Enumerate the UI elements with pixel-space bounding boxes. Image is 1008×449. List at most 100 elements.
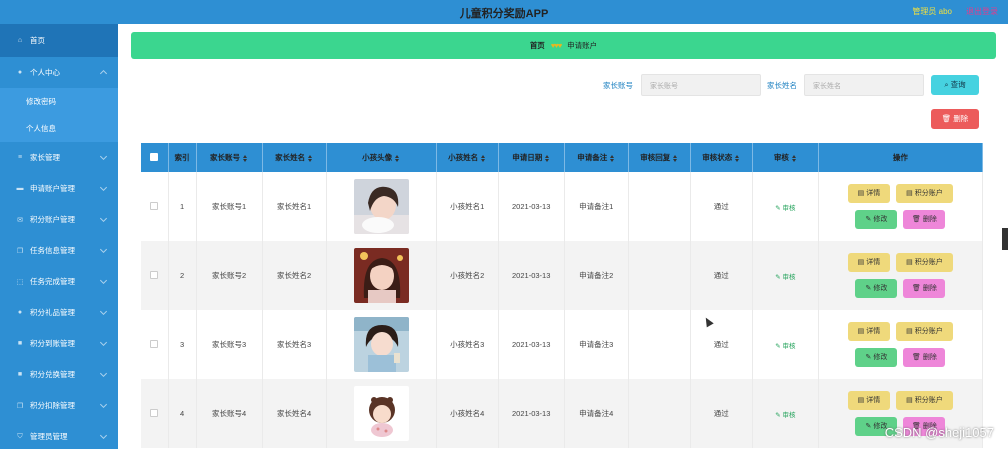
points-account-button[interactable]: ▤ 积分账户 [895, 322, 953, 341]
col-date[interactable]: 申请日期 [498, 143, 565, 172]
sidebar-item-points-deduct[interactable]: ❐ 积分扣除管理 [0, 390, 118, 421]
sidebar-item-change-password[interactable]: 修改密码 [0, 88, 118, 115]
logout-link[interactable]: 退出登录 [966, 6, 998, 17]
detail-button[interactable]: ▤ 详情 [847, 184, 890, 203]
doc-icon: ▤ [906, 190, 915, 197]
cell-avatar [326, 241, 437, 310]
name-input[interactable]: 家长姓名 [804, 74, 924, 96]
sidebar-item-points-arrival[interactable]: ■ 积分到账管理 [0, 328, 118, 359]
col-account[interactable]: 家长账号 [196, 143, 263, 172]
sidebar-item-admin[interactable]: ⛉ 管理员管理 [0, 421, 118, 449]
cell-note: 申请备注1 [564, 172, 629, 241]
sidebar-item-points-gift[interactable]: ● 积分礼品管理 [0, 297, 118, 328]
detail-button[interactable]: ▤ 详情 [847, 322, 890, 341]
sidebar-item-apply-account[interactable]: ▬ 申请账户管理 [0, 173, 118, 204]
cell-status: 通过 [690, 241, 753, 310]
delete-button[interactable]: 🗑︎ 删除 [903, 279, 946, 298]
audit-link[interactable]: ✎ 审核 [752, 172, 819, 241]
audit-link[interactable]: ✎ 审核 [752, 379, 819, 448]
breadcrumb-current: 申请账户 [567, 41, 598, 50]
cell-reply [628, 379, 691, 448]
sort-icon [673, 154, 678, 162]
col-child-name[interactable]: 小孩姓名 [436, 143, 499, 172]
sidebar-item-parent[interactable]: ≡ 家长管理 [0, 142, 118, 173]
cell-index: 4 [168, 379, 197, 448]
col-name[interactable]: 家长姓名 [262, 143, 327, 172]
batch-delete-button[interactable]: 🗑︎ 删除 [931, 109, 979, 129]
sidebar-item-personal-center[interactable]: ● 个人中心 [0, 57, 118, 88]
row-checkbox[interactable] [141, 310, 169, 379]
chevron-down-icon [99, 338, 108, 347]
points-account-button[interactable]: ▤ 积分账户 [895, 391, 953, 410]
audit-link[interactable]: ✎ 审核 [752, 310, 819, 379]
cell-index: 2 [168, 241, 197, 310]
sidebar-item-task-complete[interactable]: ⬚ 任务完成管理 [0, 266, 118, 297]
col-status[interactable]: 审核状态 [690, 143, 753, 172]
detail-button[interactable]: ▤ 详情 [847, 253, 890, 272]
cell-actions: ▤ 详情 ▤ 积分账户 ✎ 修改 🗑︎ 删除 [818, 241, 984, 310]
select-all-checkbox[interactable] [141, 143, 169, 172]
edit-button[interactable]: ✎ 修改 [855, 348, 898, 367]
sort-icon [243, 154, 248, 162]
delete-label: 删除 [953, 114, 969, 123]
sidebar-item-label: 个人信息 [26, 124, 56, 133]
row-checkbox[interactable] [141, 172, 169, 241]
points-account-button[interactable]: ▤ 积分账户 [895, 253, 953, 272]
cell-account: 家长账号4 [196, 379, 263, 448]
admin-label: 管理员 abo [912, 7, 952, 16]
sort-icon [395, 154, 400, 162]
cell-index: 3 [168, 310, 197, 379]
account-input[interactable]: 家长账号 [641, 74, 761, 96]
sidebar-item-home[interactable]: ⌂ 首页 [0, 24, 118, 57]
cell-child-name: 小孩姓名1 [436, 172, 499, 241]
chevron-down-icon [99, 400, 108, 409]
cell-avatar [326, 379, 437, 448]
scrollbar-handle[interactable] [1002, 228, 1008, 250]
name-label: 家长姓名 [767, 81, 797, 90]
chevron-down-icon [99, 214, 108, 223]
query-button[interactable]: ⌕ 查询 [931, 75, 979, 95]
cell-actions: ▤ 详情 ▤ 积分账户 ✎ 修改 🗑︎ 删除 [818, 310, 984, 379]
table-row: 2 家长账号2 家长姓名2 小孩姓名2 2021-03-13 申请备注2 通过 … [141, 241, 984, 310]
watermark: CSDN @sheji1057 [884, 425, 994, 440]
cell-date: 2021-03-13 [498, 172, 565, 241]
chevron-down-icon [99, 431, 108, 440]
col-note[interactable]: 申请备注 [564, 143, 629, 172]
row-checkbox[interactable] [141, 379, 169, 448]
child-avatar-image[interactable] [353, 248, 409, 303]
col-reply[interactable]: 审核回复 [628, 143, 691, 172]
col-index: 索引 [168, 143, 197, 172]
points-account-button[interactable]: ▤ 积分账户 [895, 184, 953, 203]
sidebar-item-points-exchange[interactable]: ■ 积分兑换管理 [0, 359, 118, 390]
doc-icon: ▤ [906, 328, 915, 335]
chevron-down-icon [99, 276, 108, 285]
row-checkbox[interactable] [141, 241, 169, 310]
col-audit[interactable]: 审核 [752, 143, 819, 172]
sidebar-item-points-account[interactable]: ✉ 积分账户管理 [0, 204, 118, 235]
child-avatar-image[interactable] [353, 317, 409, 372]
sidebar-item-task-info[interactable]: ❐ 任务信息管理 [0, 235, 118, 266]
cell-reply [628, 241, 691, 310]
doc-icon: ▤ [906, 259, 915, 266]
cell-name: 家长姓名4 [262, 379, 327, 448]
edit-button[interactable]: ✎ 修改 [855, 279, 898, 298]
sidebar-item-label: 首页 [30, 36, 45, 45]
sidebar-item-label: 积分到账管理 [30, 339, 75, 348]
table-row: 1 家长账号1 家长姓名1 小孩姓名1 2021-03-13 申请备注1 通过 … [141, 172, 984, 241]
heart-icon: ♥♥♥ [550, 41, 562, 50]
child-avatar-image[interactable] [353, 179, 409, 234]
detail-button[interactable]: ▤ 详情 [847, 391, 890, 410]
edit-button[interactable]: ✎ 修改 [855, 210, 898, 229]
chevron-down-icon [99, 245, 108, 254]
col-avatar[interactable]: 小孩头像 [326, 143, 437, 172]
audit-link[interactable]: ✎ 审核 [752, 241, 819, 310]
cell-date: 2021-03-13 [498, 241, 565, 310]
cell-account: 家长账号1 [196, 172, 263, 241]
delete-button[interactable]: 🗑︎ 删除 [903, 348, 946, 367]
child-avatar-image[interactable] [353, 386, 409, 441]
breadcrumb-home[interactable]: 首页 [530, 41, 545, 50]
cell-reply [628, 310, 691, 379]
chevron-up-icon [99, 69, 108, 78]
delete-button[interactable]: 🗑︎ 删除 [903, 210, 946, 229]
sidebar-item-personal-info[interactable]: 个人信息 [0, 115, 118, 142]
